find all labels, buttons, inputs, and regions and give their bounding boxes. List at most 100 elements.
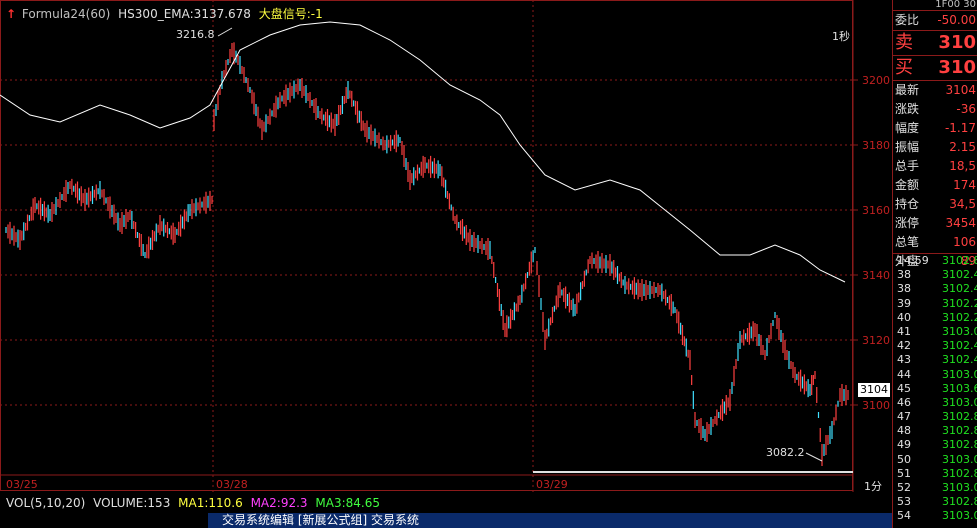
- volume-indicator-bar[interactable]: VOL(5,10,20) VOLUME:153 MA1:110.6 MA2:92…: [0, 494, 892, 512]
- stat-label: 幅度: [895, 121, 920, 135]
- tick-row: 45 3103.6: [893, 382, 977, 396]
- stat-row: 持仓 34,5: [893, 195, 977, 214]
- stat-value: 2.15: [949, 140, 976, 154]
- ema-line: [0, 21, 846, 283]
- tick-list[interactable]: 14:59 3102.8 38 3102.4 38 3102.4 39 3102.2 40 310…: [893, 253, 977, 524]
- tick-price: 3103.6: [942, 381, 977, 395]
- taskbar-strip[interactable]: 交易系统编辑 [新展公式组] 交易系统: [208, 513, 892, 528]
- tick-time: 54: [897, 509, 911, 523]
- tick-price: 3102.8: [942, 466, 977, 480]
- stat-row: 金额 174: [893, 176, 977, 195]
- tick-row: 48 3102.8: [893, 424, 977, 438]
- weibi-value: -50.00: [937, 13, 976, 27]
- tick-price: 3102.8: [942, 424, 977, 438]
- tick-time: 47: [897, 410, 911, 424]
- tick-time: 39: [897, 296, 911, 310]
- tick-row: 43 3102.4: [893, 353, 977, 367]
- chart-frame: [0, 0, 853, 491]
- ma2-value: MA2:92.3: [250, 496, 308, 510]
- stat-label: 金额: [895, 178, 920, 192]
- tick-row: 50 3103.0: [893, 453, 977, 467]
- tick-price: 3103.0: [942, 367, 977, 381]
- tick-row: 40 3102.2: [893, 311, 977, 325]
- period-label[interactable]: 1分: [864, 478, 882, 494]
- stat-value: 3104: [945, 83, 976, 97]
- stat-value: 18,5: [949, 159, 976, 173]
- current-price-tag: 3104: [858, 383, 890, 397]
- stat-row: 总笔 106: [893, 233, 977, 252]
- y-tick-label: 3180: [862, 139, 890, 152]
- stat-row: 涨停 3454: [893, 214, 977, 233]
- tick-row: 47 3102.8: [893, 410, 977, 424]
- y-tick-label: 3160: [862, 204, 890, 217]
- tick-price: 3103.0: [942, 452, 977, 466]
- stat-value: -36: [956, 102, 976, 116]
- tick-price: 3102.4: [942, 268, 977, 282]
- weibi-row: 委比 -50.00: [893, 10, 977, 30]
- stat-value: -1.17: [944, 121, 976, 135]
- sell-label: 卖: [895, 32, 913, 53]
- tick-time: 52: [897, 481, 911, 494]
- stat-label: 持仓: [895, 197, 920, 211]
- tick-price: 3102.2: [942, 310, 977, 324]
- market-signal: 大盘信号:-1: [258, 7, 323, 21]
- tick-row: 49 3102.8: [893, 438, 977, 452]
- tick-time: 42: [897, 339, 911, 353]
- low-pointer: [805, 452, 823, 462]
- tick-row: 54 3103.0: [893, 509, 977, 523]
- tick-row: 44 3103.0: [893, 368, 977, 382]
- tick-row: 53 3102.8: [893, 495, 977, 509]
- stat-value: 106: [953, 235, 976, 249]
- stat-value: 174: [953, 178, 976, 192]
- high-pointer: [217, 27, 233, 37]
- y-tick-label: 3100: [862, 399, 890, 412]
- date-label: 03/28: [216, 478, 248, 491]
- ma1-value: MA1:110.6: [178, 496, 243, 510]
- tick-price: 3102.8: [942, 495, 977, 509]
- tick-price: 3102.4: [942, 339, 977, 353]
- tick-row: 42 3102.4: [893, 339, 977, 353]
- tick-price: 3103.0: [942, 324, 977, 338]
- ema-value: HS300_EMA:3137.678: [118, 7, 251, 21]
- tick-price: 3102.8: [942, 410, 977, 424]
- tick-time: 14:59: [897, 254, 929, 267]
- date-label: 03/25: [6, 478, 38, 491]
- stats-list: 最新 3104 涨跌 -36 幅度 -1.17 振幅 2.15 总手 18,5 金额 174 持仓 34,…: [893, 80, 977, 271]
- tick-row: 14:59 3102.8: [893, 254, 977, 268]
- stat-value: 3454: [945, 216, 976, 230]
- tick-price: 3102.8: [942, 254, 977, 267]
- y-tick-label: 3120: [862, 334, 890, 347]
- tick-row: 39 3102.2: [893, 297, 977, 311]
- tick-time: 50: [897, 452, 911, 466]
- buy-value: 310: [938, 57, 976, 78]
- arrow-up-icon: ↑: [6, 7, 17, 21]
- kline-chart[interactable]: [0, 0, 858, 492]
- tick-time: 51: [897, 466, 911, 480]
- stat-label: 总手: [895, 159, 920, 173]
- stat-label: 总笔: [895, 235, 920, 249]
- stat-value: 34,5: [949, 197, 976, 211]
- tick-time: 40: [897, 310, 911, 324]
- stat-row: 振幅 2.15: [893, 138, 977, 157]
- tick-price: 3103.0: [942, 509, 977, 523]
- tick-row: 46 3103.0: [893, 396, 977, 410]
- indicator-legend: ↑ Formula24(60) HS300_EMA:3137.678 大盘信号:…: [6, 5, 323, 22]
- interval-label: 1秒: [832, 30, 850, 43]
- stat-row: 总手 18,5: [893, 157, 977, 176]
- tick-time: 38: [897, 268, 911, 282]
- panel-header: 1F00 30: [893, 0, 977, 10]
- sell-row: 卖 310: [893, 30, 977, 55]
- tick-time: 38: [897, 282, 911, 296]
- stat-row: 涨跌 -36: [893, 100, 977, 119]
- tick-time: 44: [897, 367, 911, 381]
- y-tick-label: 3200: [862, 74, 890, 87]
- sell-value: 310: [938, 32, 976, 53]
- y-tick-label: 3140: [862, 269, 890, 282]
- stat-label: 最新: [895, 83, 920, 97]
- tick-time: 43: [897, 353, 911, 367]
- low-price-label: 3082.2: [766, 446, 805, 459]
- stat-row: 幅度 -1.17: [893, 119, 977, 138]
- tick-time: 49: [897, 438, 911, 452]
- tick-time: 48: [897, 424, 911, 438]
- tick-price: 3102.2: [942, 296, 977, 310]
